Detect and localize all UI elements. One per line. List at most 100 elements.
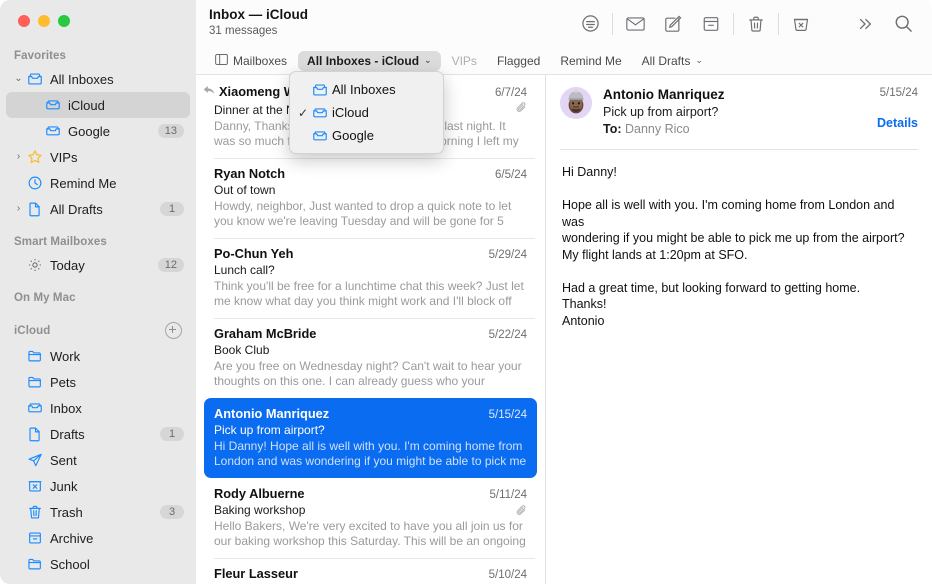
sidebar-item-inbox[interactable]: Inbox <box>6 395 190 421</box>
document-icon <box>25 426 45 442</box>
sidebar-section-header: Smart Mailboxes <box>0 222 196 252</box>
message-list-item[interactable]: Graham McBride 5/22/24 Book Club Are you… <box>204 318 537 398</box>
details-link[interactable]: Details <box>877 116 918 130</box>
star-icon <box>25 149 45 165</box>
sidebar-item-junk[interactable]: Junk <box>6 473 190 499</box>
tab-remind-me[interactable]: Remind Me <box>551 51 630 71</box>
sidebar-item-label: Inbox <box>50 401 184 416</box>
sidebar-item-sent[interactable]: Sent <box>6 447 190 473</box>
compose-icon[interactable] <box>654 9 692 39</box>
sidebar-item-school[interactable]: School <box>6 551 190 577</box>
attachment-icon <box>516 504 527 522</box>
disclosure-triangle-icon[interactable]: › <box>12 152 25 162</box>
minimize-button[interactable] <box>38 15 50 27</box>
inbox-icon <box>43 97 63 113</box>
sidebar-list[interactable]: Favorites⌄All InboxesiCloudGoogle13›VIPs… <box>0 42 196 584</box>
sidebar-item-today[interactable]: Today12 <box>6 252 190 278</box>
reader-date: 5/15/24 <box>877 87 918 99</box>
menu-item-all-inboxes[interactable]: All Inboxes <box>290 78 443 101</box>
zoom-button[interactable] <box>58 15 70 27</box>
unread-badge: 3 <box>160 505 184 519</box>
tab-mailboxes[interactable]: Mailboxes <box>206 51 296 71</box>
sidebar-item-label: Work <box>50 349 184 364</box>
close-button[interactable] <box>18 15 30 27</box>
sidebar-item-archive[interactable]: Archive <box>6 525 190 551</box>
sidebar-section-header: On My Mac <box>0 278 196 308</box>
toolbar-divider-2 <box>733 13 734 35</box>
tab-all-drafts[interactable]: All Drafts ⌄ <box>633 51 712 71</box>
search-icon[interactable] <box>884 9 922 39</box>
sidebar-item-label: Archive <box>50 531 184 546</box>
sidebar-item-label: Today <box>50 258 158 273</box>
message-list-item[interactable]: Rody Albuerne 5/11/24 Baking workshop He… <box>204 478 537 558</box>
message-date: 5/10/24 <box>481 569 527 581</box>
message-sender: Fleur Lasseur <box>214 566 481 581</box>
window-controls <box>18 15 70 27</box>
message-date: 6/7/24 <box>487 87 527 99</box>
message-preview: Hi Danny! Hope all is well with you. I'm… <box>214 439 527 469</box>
message-row-top: Fleur Lasseur 5/10/24 <box>214 566 527 581</box>
inbox-icon <box>310 105 329 121</box>
message-row-top: Graham McBride 5/22/24 <box>214 326 527 341</box>
junk-icon[interactable] <box>782 9 820 39</box>
replied-icon <box>203 83 216 101</box>
sidebar-item-label: Google <box>68 124 158 139</box>
sidebar-item-drafts[interactable]: Drafts1 <box>6 421 190 447</box>
filter-icon[interactable] <box>571 9 609 39</box>
page-title: Inbox — iCloud <box>209 7 308 22</box>
sidebar: Favorites⌄All InboxesiCloudGoogle13›VIPs… <box>0 0 196 584</box>
message-list-item[interactable]: Fleur Lasseur 5/10/24 Soccer jerseys Are… <box>204 558 537 584</box>
tab-label: Remind Me <box>560 54 621 68</box>
message-date: 5/15/24 <box>481 409 527 421</box>
sidebar-item-all-inboxes[interactable]: ⌄All Inboxes <box>6 66 190 92</box>
sidebar-item-pets[interactable]: Pets <box>6 369 190 395</box>
sidebar-item-label: Drafts <box>50 427 160 442</box>
menu-item-label: Google <box>332 128 374 143</box>
more-chevrons-icon[interactable] <box>846 9 884 39</box>
sidebar-item-label: VIPs <box>50 150 184 165</box>
message-subject: Out of town <box>214 183 527 197</box>
tab-all-inboxes-icloud[interactable]: All Inboxes - iCloud⌄ <box>298 51 441 71</box>
message-sender: Graham McBride <box>214 326 481 341</box>
sidebar-item-google[interactable]: Google13 <box>6 118 190 144</box>
message-list-item[interactable]: Antonio Manriquez 5/15/24 Pick up from a… <box>204 398 537 478</box>
sidebar-item-all-drafts[interactable]: ›All Drafts1 <box>6 196 190 222</box>
trash-icon[interactable] <box>737 9 775 39</box>
chevron-down-icon[interactable]: ⌄ <box>695 55 703 66</box>
sidebar-item-trash[interactable]: Trash3 <box>6 499 190 525</box>
inbox-dropdown-menu[interactable]: All Inboxes ✓ iCloud Google <box>289 71 444 154</box>
reading-pane: Antonio Manriquez Pick up from airport? … <box>546 75 932 584</box>
add-mailbox-icon[interactable] <box>165 322 182 339</box>
tab-flagged[interactable]: Flagged <box>488 51 549 71</box>
unread-badge: 12 <box>158 258 184 272</box>
reader-subject: Pick up from airport? <box>603 105 918 119</box>
sidebar-item-vips[interactable]: › VIPs <box>6 144 190 170</box>
unread-badge: 1 <box>160 427 184 441</box>
tab-vips[interactable]: VIPs <box>443 51 486 71</box>
message-list-item[interactable]: Po-Chun Yeh 5/29/24 Lunch call? Think yo… <box>204 238 537 318</box>
chevron-down-icon[interactable]: ⌄ <box>424 55 432 66</box>
menu-item-icloud[interactable]: ✓ iCloud <box>290 101 443 124</box>
message-date: 6/5/24 <box>487 169 527 181</box>
disclosure-triangle-icon[interactable]: ⌄ <box>12 74 25 84</box>
message-list-item[interactable]: Ryan Notch 6/5/24 Out of town Howdy, nei… <box>204 158 537 238</box>
message-sender: Antonio Manriquez <box>214 406 481 421</box>
sidebar-item-remind-me[interactable]: Remind Me <box>6 170 190 196</box>
message-sender: Ryan Notch <box>214 166 487 181</box>
envelope-icon[interactable] <box>616 9 654 39</box>
tab-label: All Drafts <box>642 54 691 68</box>
menu-item-google[interactable]: Google <box>290 124 443 147</box>
disclosure-triangle-icon[interactable]: › <box>12 204 25 214</box>
reader-sender: Antonio Manriquez <box>603 87 918 102</box>
tab-label: VIPs <box>452 54 477 68</box>
sidebar-item-icloud[interactable]: iCloud <box>6 92 190 118</box>
toolbar: Inbox — iCloud 31 messages <box>196 0 932 47</box>
mail-window: Favorites⌄All InboxesiCloudGoogle13›VIPs… <box>0 0 932 584</box>
sidebar-item-work[interactable]: Work <box>6 343 190 369</box>
archive-icon[interactable] <box>692 9 730 39</box>
message-count: 31 messages <box>209 25 277 37</box>
sidebar-item-label: Sent <box>50 453 184 468</box>
sidebar-section-header: iCloud <box>0 308 196 343</box>
inboxes-icon <box>25 71 45 87</box>
sidebar-item-label: Junk <box>50 479 184 494</box>
